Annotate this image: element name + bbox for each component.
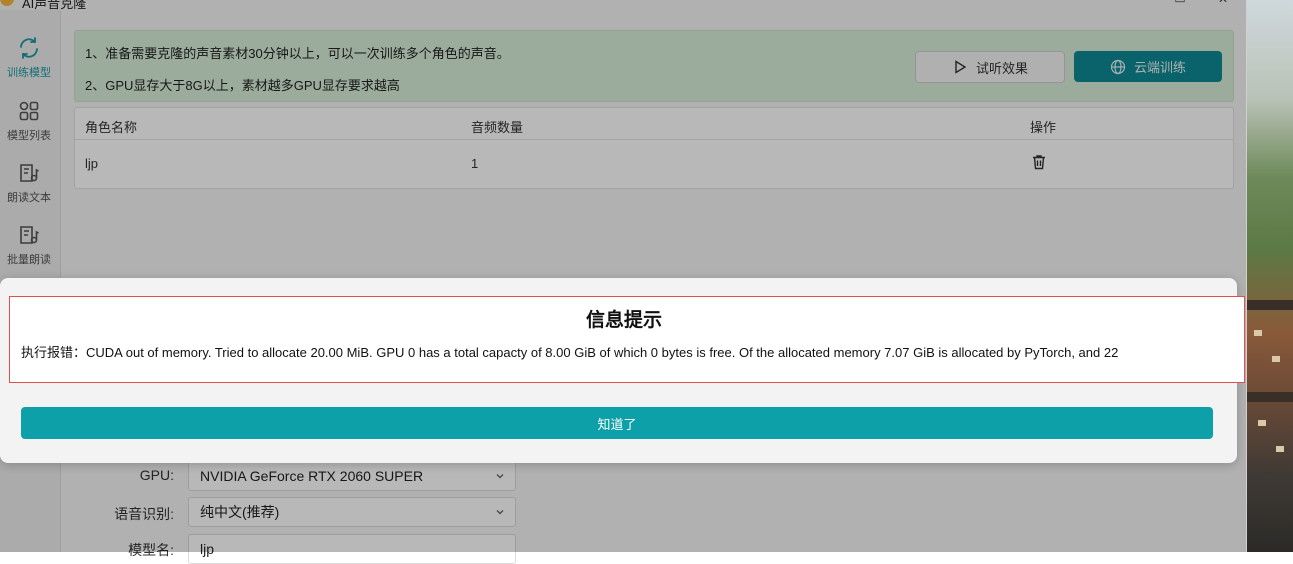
modal-overlay xyxy=(0,0,1246,552)
desktop-background xyxy=(1246,0,1293,552)
app-window: AI声音克隆 ▭ ✕ 训练模型 模型列表 朗读文本 xyxy=(0,0,1247,564)
error-message: 执行报错：CUDA out of memory. Tried to alloca… xyxy=(21,345,1119,360)
ok-button[interactable]: 知道了 xyxy=(21,407,1213,439)
dialog-title: 信息提示 xyxy=(585,310,662,331)
error-message-box: 信息提示 执行报错：CUDA out of memory. Tried to a… xyxy=(9,296,1245,383)
info-dialog: 信息提示 执行报错：CUDA out of memory. Tried to a… xyxy=(0,278,1245,463)
